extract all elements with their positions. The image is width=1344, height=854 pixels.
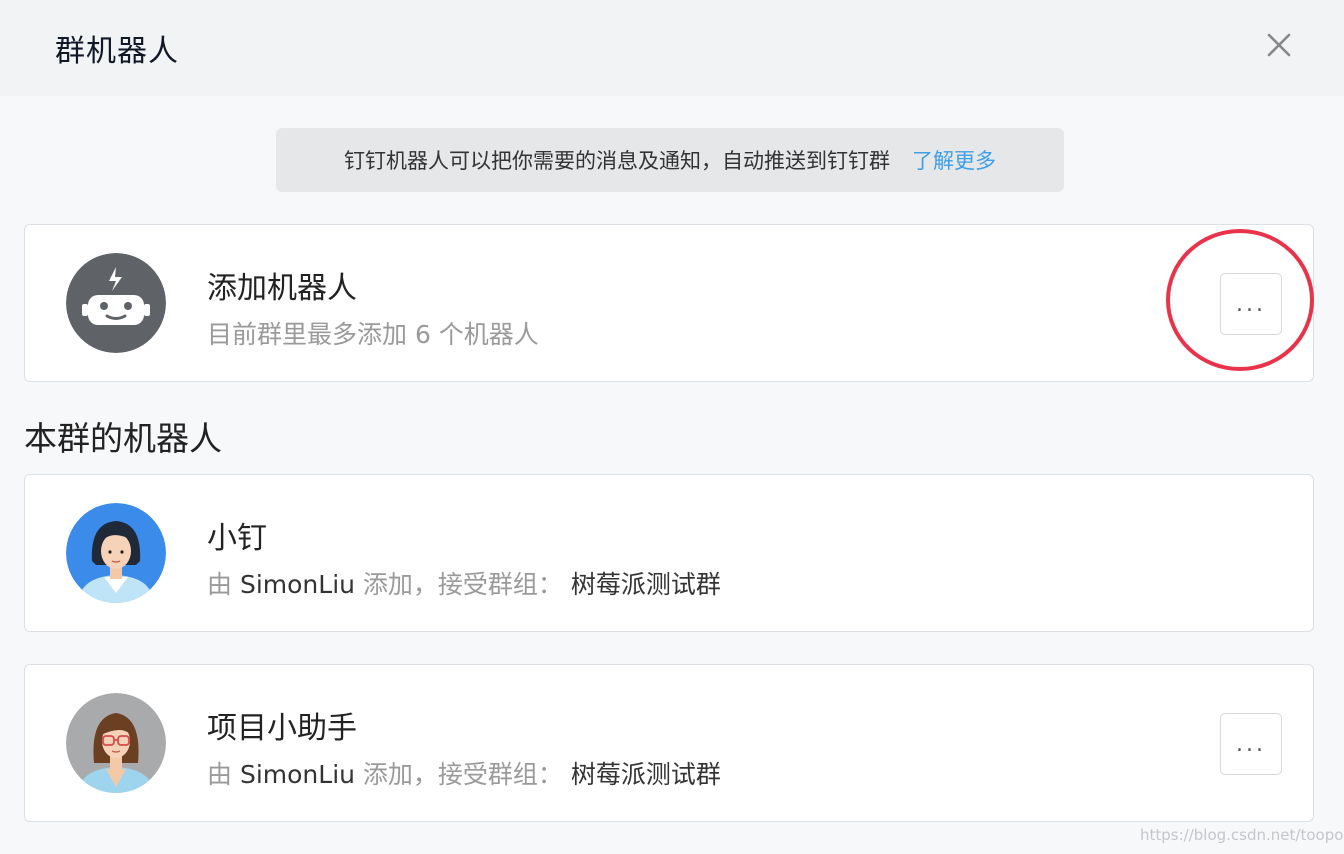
dialog-header: 群机器人 [0, 0, 1344, 96]
robot-meta: 由 SimonLiu 添加，接受群组： 树莓派测试群 [207, 565, 721, 601]
meta-mid: 添加，接受群组： [354, 760, 571, 789]
robot-meta: 由 SimonLiu 添加，接受群组： 树莓派测试群 [207, 755, 721, 791]
info-notice: 钉钉机器人可以把你需要的消息及通知，自动推送到钉钉群 了解更多 [276, 128, 1064, 192]
watermark: https://blog.csdn.net/toopoo [1140, 826, 1344, 844]
xiaoding-avatar [66, 503, 166, 603]
learn-more-link[interactable]: 了解更多 [912, 145, 996, 175]
robot-more-button[interactable]: ... [1220, 713, 1282, 775]
meta-mid: 添加，接受群组： [354, 570, 571, 599]
group-name: 树莓派测试群 [570, 760, 721, 789]
add-robot-desc: 目前群里最多添加 6 个机器人 [207, 320, 539, 349]
group-name: 树莓派测试群 [570, 570, 721, 599]
section-title: 本群的机器人 [24, 419, 222, 458]
close-icon[interactable] [1262, 28, 1296, 62]
meta-prefix: 由 [207, 570, 240, 599]
robot-name: 项目小助手 [207, 711, 357, 746]
dialog-title: 群机器人 [55, 34, 179, 69]
add-robot-title: 添加机器人 [207, 271, 357, 306]
added-by-user: SimonLiu [239, 760, 355, 789]
added-by-user: SimonLiu [239, 570, 355, 599]
notice-text: 钉钉机器人可以把你需要的消息及通知，自动推送到钉钉群 [344, 149, 890, 173]
robot-icon [66, 253, 166, 353]
robot-name: 小钉 [207, 521, 267, 556]
project-assistant-avatar [66, 693, 166, 793]
robot-card[interactable]: 项目小助手 由 SimonLiu 添加，接受群组： 树莓派测试群 ... [24, 664, 1314, 822]
add-robot-more-button[interactable]: ... [1220, 273, 1282, 335]
robot-card[interactable]: 小钉 由 SimonLiu 添加，接受群组： 树莓派测试群 [24, 474, 1314, 632]
meta-prefix: 由 [207, 760, 240, 789]
add-robot-card[interactable]: 添加机器人 目前群里最多添加 6 个机器人 ... [24, 224, 1314, 382]
